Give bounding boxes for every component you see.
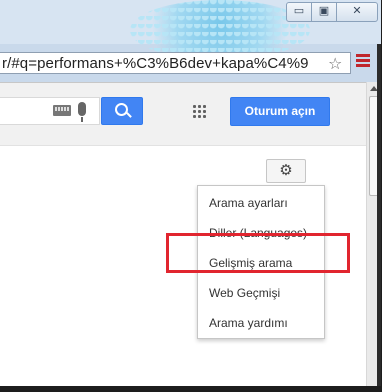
menu-item-search-settings[interactable]: Arama ayarları: [198, 188, 324, 218]
settings-gear-button[interactable]: ⚙: [266, 159, 306, 183]
search-button[interactable]: [101, 97, 143, 125]
url-text[interactable]: r/#q=performans+%C3%B6dev+kapa%C4%9: [2, 55, 309, 72]
google-header: Oturum açın: [0, 83, 366, 146]
sign-in-button[interactable]: Oturum açın: [230, 97, 330, 126]
address-bar[interactable]: r/#q=performans+%C3%B6dev+kapa%C4%9 ☆: [0, 52, 351, 74]
title-bar: ▭ ▣ ✕: [0, 0, 381, 60]
maximize-button[interactable]: ▣: [311, 2, 337, 22]
menu-item-search-help[interactable]: Arama yardımı: [198, 308, 324, 338]
star-icon[interactable]: ☆: [328, 54, 342, 74]
gear-icon: ⚙: [279, 162, 293, 179]
menu-item-web-history[interactable]: Web Geçmişi: [198, 278, 324, 308]
titlebar-wallpaper-decoration: [130, 0, 310, 60]
keyboard-icon[interactable]: [53, 105, 71, 116]
highlight-annotation: [166, 233, 350, 273]
search-icon: [115, 103, 128, 116]
close-button[interactable]: ✕: [336, 2, 378, 22]
microphone-icon[interactable]: [78, 102, 86, 122]
search-input[interactable]: [0, 97, 100, 125]
menu-icon[interactable]: [356, 54, 370, 72]
apps-grid-icon[interactable]: [192, 104, 206, 118]
window-edge-bottom: [0, 386, 382, 392]
minimize-button[interactable]: ▭: [286, 2, 312, 22]
browser-window: ▭ ▣ ✕ r/#q=performans+%C3%B6dev+kapa%C4%…: [0, 0, 381, 391]
